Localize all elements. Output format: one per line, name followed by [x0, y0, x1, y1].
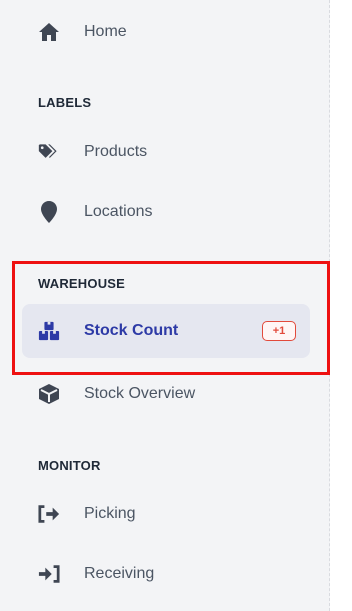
section-header-monitor: MONITOR: [38, 458, 101, 473]
sidebar-item-receiving[interactable]: Receiving: [22, 547, 310, 601]
sidebar-item-locations[interactable]: Locations: [22, 185, 310, 239]
exit-arrow-icon: [38, 503, 60, 525]
sidebar-item-label: Picking: [84, 505, 136, 522]
sidebar-item-label: Stock Overview: [84, 385, 196, 402]
sidebar-item-home[interactable]: Home: [22, 5, 310, 59]
boxes-icon: [38, 320, 60, 342]
count-badge: +1: [262, 321, 296, 341]
sidebar: Home LABELS Products Locations WAREHOUSE: [0, 0, 330, 611]
section-header-labels: LABELS: [38, 95, 92, 110]
map-pin-icon: [38, 201, 60, 223]
sidebar-item-label: Locations: [84, 203, 153, 220]
sidebar-item-stock-overview[interactable]: Stock Overview: [22, 367, 310, 421]
sidebar-item-label: Products: [84, 143, 148, 160]
enter-arrow-icon: [38, 563, 60, 585]
sidebar-item-picking[interactable]: Picking: [22, 487, 310, 541]
sidebar-item-label: Receiving: [84, 565, 155, 582]
sidebar-item-label: Home: [84, 23, 127, 40]
box-icon: [38, 383, 60, 405]
section-header-warehouse: WAREHOUSE: [38, 276, 126, 291]
sidebar-item-stock-count[interactable]: Stock Count +1: [22, 304, 310, 358]
tags-icon: [38, 141, 60, 163]
sidebar-item-products[interactable]: Products: [22, 125, 310, 179]
home-icon: [38, 21, 60, 43]
sidebar-item-label: Stock Count: [84, 322, 179, 339]
